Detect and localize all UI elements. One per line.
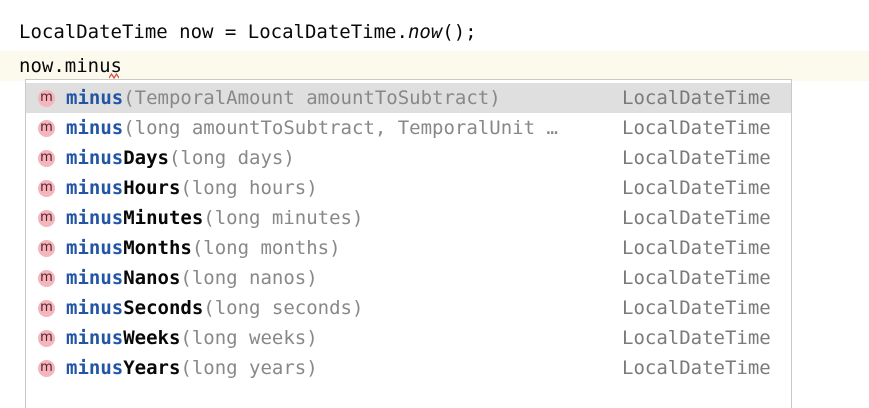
method-icon: m xyxy=(38,240,55,257)
completion-item[interactable]: m minusWeeks(long weeks) LocalDateTime xyxy=(26,323,791,353)
method-name-rest: Months xyxy=(123,237,192,259)
method-signature: minusHours(long hours) xyxy=(66,173,606,203)
return-type: LocalDateTime xyxy=(622,147,771,169)
method-icon: m xyxy=(38,360,55,377)
method-name-rest: Years xyxy=(123,357,181,379)
code-line-1[interactable]: LocalDateTime now = LocalDateTime.now(); xyxy=(0,17,869,47)
completion-item[interactable]: m minusYears(long years) LocalDateTime xyxy=(26,353,791,383)
return-type: LocalDateTime xyxy=(622,267,771,289)
matched-prefix: minus xyxy=(66,267,124,289)
method-name-rest: Seconds xyxy=(123,297,204,319)
method-params: (long days) xyxy=(168,147,295,169)
code-text: LocalDateTime now = LocalDateTime. xyxy=(19,21,408,43)
static-method-name: now xyxy=(407,21,443,43)
completion-item[interactable]: m minusMinutes(long minutes) LocalDateTime xyxy=(26,203,791,233)
return-type: LocalDateTime xyxy=(622,87,771,109)
completion-item[interactable]: m minus(long amountToSubtract, TemporalUn… xyxy=(26,113,791,143)
method-name-rest: Days xyxy=(123,147,169,169)
matched-prefix: minus xyxy=(66,207,124,229)
method-icon: m xyxy=(38,300,55,317)
method-signature: minus(long amountToSubtract, TemporalUni… xyxy=(66,113,606,143)
method-icon: m xyxy=(38,120,55,137)
method-params: (long weeks) xyxy=(180,327,318,349)
code-line-1-text: LocalDateTime now = LocalDateTime.now(); xyxy=(19,17,477,47)
method-params: (TemporalAmount amountToSubtract) xyxy=(123,87,501,109)
typed-text: now.minus xyxy=(19,55,122,77)
completion-item[interactable]: m minusDays(long days) LocalDateTime xyxy=(26,143,791,173)
method-icon: m xyxy=(38,210,55,227)
method-signature: minusSeconds(long seconds) xyxy=(66,293,606,323)
completion-item[interactable]: m minusMonths(long months) LocalDateTime xyxy=(26,233,791,263)
completion-item[interactable]: m minusNanos(long nanos) LocalDateTime xyxy=(26,263,791,293)
method-signature: minusNanos(long nanos) xyxy=(66,263,606,293)
method-signature: minusDays(long days) xyxy=(66,143,606,173)
method-icon: m xyxy=(38,180,55,197)
completion-popup[interactable]: m minus(TemporalAmount amountToSubtract) L… xyxy=(25,79,792,408)
completion-item[interactable]: m minusHours(long hours) LocalDateTime xyxy=(26,173,791,203)
method-signature: minusMinutes(long minutes) xyxy=(66,203,606,233)
method-params: (long minutes) xyxy=(203,207,364,229)
matched-prefix: minus xyxy=(66,297,124,319)
method-name-rest: Nanos xyxy=(123,267,181,289)
return-type: LocalDateTime xyxy=(622,177,771,199)
method-params: (long months) xyxy=(191,237,341,259)
method-name-rest: Hours xyxy=(123,177,181,199)
matched-prefix: minus xyxy=(66,117,124,139)
completion-item[interactable]: m minus(TemporalAmount amountToSubtract) L… xyxy=(26,83,791,113)
method-icon: m xyxy=(38,270,55,287)
method-signature: minusYears(long years) xyxy=(66,353,606,383)
return-type: LocalDateTime xyxy=(622,297,771,319)
matched-prefix: minus xyxy=(66,357,124,379)
code-text: (); xyxy=(442,21,477,43)
code-editor[interactable]: LocalDateTime now = LocalDateTime.now();… xyxy=(0,0,869,408)
method-params: (long amountToSubtract, TemporalUnit … xyxy=(123,117,558,139)
code-line-2-current[interactable]: now.minus xyxy=(0,51,869,81)
method-icon: m xyxy=(38,330,55,347)
return-type: LocalDateTime xyxy=(622,117,771,139)
method-params: (long years) xyxy=(180,357,318,379)
method-params: (long seconds) xyxy=(203,297,364,319)
return-type: LocalDateTime xyxy=(622,357,771,379)
completion-list[interactable]: m minus(TemporalAmount amountToSubtract) L… xyxy=(26,83,791,383)
matched-prefix: minus xyxy=(66,327,124,349)
method-params: (long hours) xyxy=(180,177,318,199)
method-name-rest: Weeks xyxy=(123,327,181,349)
code-line-2-text: now.minus xyxy=(19,51,122,81)
return-type: LocalDateTime xyxy=(622,327,771,349)
method-signature: minusMonths(long months) xyxy=(66,233,606,263)
matched-prefix: minus xyxy=(66,177,124,199)
method-signature: minusWeeks(long weeks) xyxy=(66,323,606,353)
method-params: (long nanos) xyxy=(180,267,318,289)
return-type: LocalDateTime xyxy=(622,207,771,229)
return-type: LocalDateTime xyxy=(622,237,771,259)
method-name-rest: Minutes xyxy=(123,207,204,229)
method-icon: m xyxy=(38,90,55,107)
matched-prefix: minus xyxy=(66,87,124,109)
method-signature: minus(TemporalAmount amountToSubtract) xyxy=(66,83,606,113)
matched-prefix: minus xyxy=(66,237,124,259)
matched-prefix: minus xyxy=(66,147,124,169)
completion-item[interactable]: m minusSeconds(long seconds) LocalDateTime xyxy=(26,293,791,323)
method-icon: m xyxy=(38,150,55,167)
